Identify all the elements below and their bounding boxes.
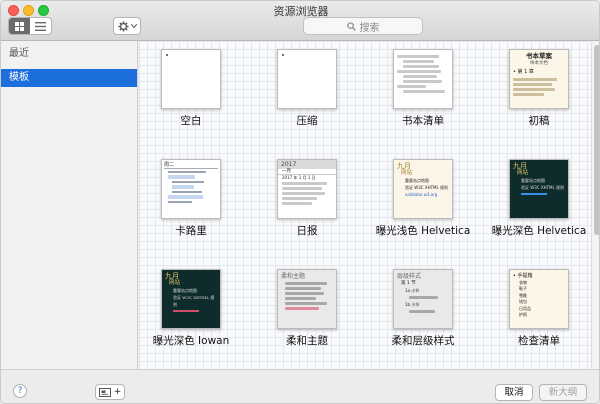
preview-subsection: 1a 小节: [405, 288, 420, 293]
list-view-button[interactable]: [30, 18, 51, 34]
preview-site: 网站: [517, 170, 529, 176]
preview-chapter: • 第 1 章: [513, 69, 534, 75]
template-tile-soft-theme[interactable]: 柔和主题 柔和主题: [255, 265, 375, 369]
template-caption: 压缩: [296, 115, 318, 127]
list-icon: [35, 21, 46, 31]
template-thumbnail: 周二: [161, 159, 221, 219]
template-thumbnail: 九月 网站 重要站点地图 验证 W3C XHTML 规则 validator.w…: [393, 159, 453, 219]
template-thumbnail: 书本草案 样本文档 • 第 1 章: [509, 49, 569, 109]
template-caption: 曝光深色 Iowan: [152, 335, 230, 347]
preview-title: 层级样式: [397, 273, 422, 280]
sidebar: 最近 模板: [1, 41, 138, 369]
preview-item: 重要站点地图: [521, 178, 545, 183]
template-tile-calories[interactable]: 周二 卡路里: [139, 155, 259, 265]
preview-link: validator.w3.org: [405, 192, 438, 197]
template-tile-exposure-dark-iowan[interactable]: 九月 网站 重要站点地图 验证 W3C XHTML 规则 曝光深色 Iowan: [139, 265, 259, 369]
template-tile-checklist[interactable]: • 手提箱 衣物 鞋子 雪靴 钱包 日用品 护照 检查清单: [487, 265, 591, 369]
window-title: 资源浏览器: [273, 5, 329, 18]
template-tile-exposure-dark-helvetica[interactable]: 九月 网站 重要站点地图 验证 W3C XHTML 规则 曝光深色 Helvet…: [487, 155, 591, 265]
search-field[interactable]: 搜索: [303, 17, 423, 35]
add-template-button[interactable]: +: [95, 384, 125, 400]
preview-item: 护照: [519, 312, 527, 317]
template-caption: 日报: [296, 225, 318, 237]
template-thumbnail: 2017 一月 2017 年 1 月 1 日: [277, 159, 337, 219]
preview-year: 2017: [278, 160, 336, 169]
search-placeholder: 搜索: [359, 22, 380, 34]
template-thumbnail: 柔和主题: [277, 269, 337, 329]
view-mode-toggle[interactable]: [8, 17, 52, 35]
preview-item: 重要站点地图: [405, 178, 429, 183]
grid-icon: [15, 21, 24, 31]
search-icon: [346, 21, 356, 31]
template-thumbnail: • 手提箱 衣物 鞋子 雪靴 钱包 日用品 护照: [509, 269, 569, 329]
template-icon: [98, 387, 111, 397]
preview-site: 网站: [401, 170, 413, 176]
template-tile-exposure-light-helvetica[interactable]: 九月 网站 重要站点地图 验证 W3C XHTML 规则 validator.w…: [371, 155, 491, 265]
template-tile-soft-hierarchy[interactable]: 层级样式 第 1 节 1a 小节 1b 小节 柔和层级样式: [371, 265, 491, 369]
preview-subsection2: 1b 小节: [405, 302, 420, 307]
template-tile-daily[interactable]: 2017 一月 2017 年 1 月 1 日 日报: [255, 155, 375, 265]
title-bar: 资源浏览器 搜索: [1, 1, 599, 41]
settings-menu-button[interactable]: [113, 17, 141, 35]
template-thumbnail: 层级样式 第 1 节 1a 小节 1b 小节: [393, 269, 453, 329]
template-thumbnail: [393, 49, 453, 109]
gear-icon: [117, 20, 129, 32]
preview-item2: 验证 W3C XHTML 规则: [521, 185, 564, 190]
template-thumbnail: [161, 49, 221, 109]
preview-title: 柔和主题: [281, 273, 306, 280]
add-label: +: [113, 387, 122, 397]
template-caption: 检查清单: [518, 335, 560, 347]
sidebar-item-templates[interactable]: 模板: [1, 69, 137, 87]
preview-subtitle: 样本文档: [530, 61, 548, 66]
preview-item2: 验证 W3C XHTML 规则: [405, 185, 448, 190]
chevron-down-icon: [130, 24, 137, 28]
template-thumbnail: [277, 49, 337, 109]
help-button[interactable]: ?: [13, 384, 27, 398]
template-caption: 书本清单: [402, 115, 444, 127]
preview-site: 网站: [169, 280, 181, 286]
cancel-button[interactable]: 取消: [495, 384, 533, 401]
template-caption: 柔和主题: [286, 335, 328, 347]
grid-view-button[interactable]: [9, 18, 30, 34]
preview-date: 2017 年 1 月 1 日: [282, 175, 316, 180]
vertical-scrollbar[interactable]: [591, 41, 599, 369]
template-caption: 柔和层级样式: [391, 335, 455, 347]
resource-browser-window: 资源浏览器 搜索 最近 模板 空白 压缩 书本清单 书本草案 样本文档 • 第 …: [0, 0, 600, 404]
preview-section: 第 1 节: [401, 281, 416, 286]
template-tile-book-list[interactable]: 书本清单: [371, 45, 491, 155]
template-caption: 卡路里: [175, 225, 207, 237]
bottom-bar: ? + 取消 新大纲: [1, 369, 599, 403]
preview-title: 书本草案: [526, 52, 552, 60]
preview-item2: 验证 W3C XHTML 规则: [173, 295, 215, 307]
scrollbar-thumb[interactable]: [594, 45, 599, 235]
template-thumbnail: 九月 网站 重要站点地图 验证 W3C XHTML 规则: [509, 159, 569, 219]
preview-month: 九月: [397, 162, 411, 170]
preview-item: 重要站点地图: [173, 288, 197, 293]
template-grid: 空白 压缩 书本清单 书本草案 样本文档 • 第 1 章 初稿 周二 卡路里 2…: [139, 41, 591, 369]
template-caption: 初稿: [528, 115, 550, 127]
template-tile-compressed[interactable]: 压缩: [255, 45, 375, 155]
template-caption: 曝光深色 Helvetica: [491, 225, 587, 237]
preview-month: 九月: [165, 272, 179, 280]
sidebar-item-recent[interactable]: 最近: [1, 45, 137, 63]
template-thumbnail: 九月 网站 重要站点地图 验证 W3C XHTML 规则: [161, 269, 221, 329]
template-tile-draft[interactable]: 书本草案 样本文档 • 第 1 章 初稿: [487, 45, 591, 155]
preview-month: 九月: [513, 162, 527, 170]
template-caption: 曝光浅色 Helvetica: [375, 225, 471, 237]
template-tile-blank[interactable]: 空白: [139, 45, 259, 155]
new-outline-button[interactable]: 新大纲: [539, 384, 587, 401]
template-caption: 空白: [180, 115, 202, 127]
preview-day: 周二: [164, 162, 218, 169]
